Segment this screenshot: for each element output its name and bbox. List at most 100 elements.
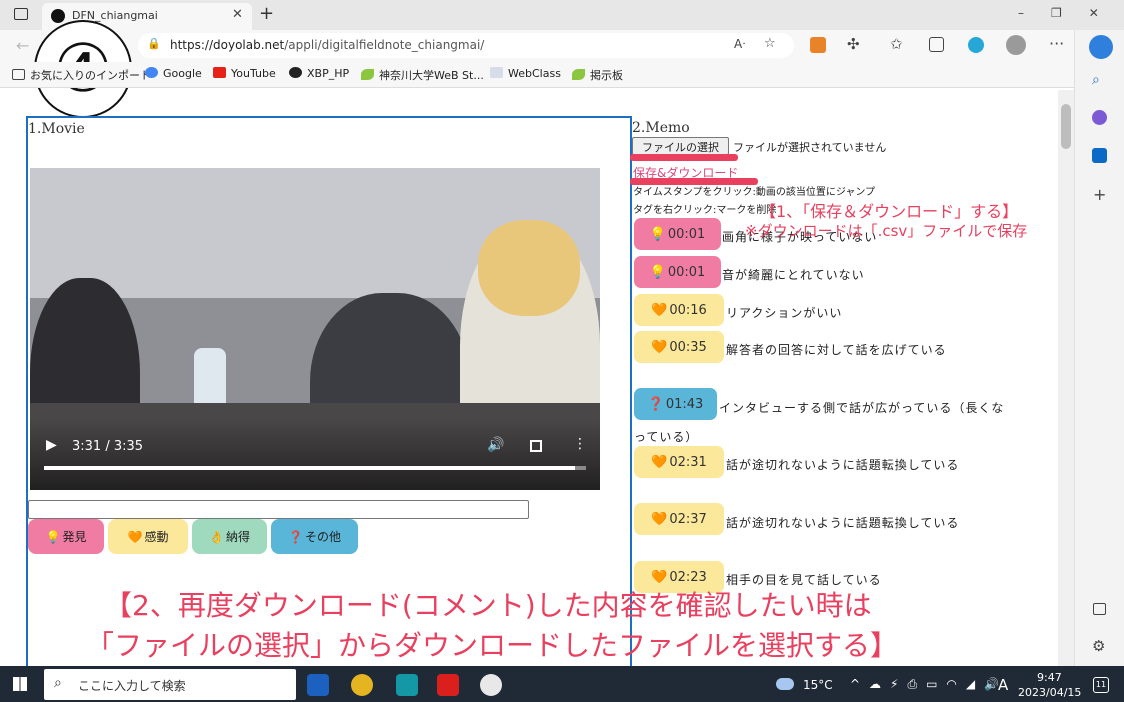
leaf-icon <box>361 69 374 80</box>
save-link-highlight <box>630 178 758 185</box>
outlook-icon[interactable] <box>1092 148 1107 163</box>
question-icon: ❓ <box>647 396 664 412</box>
video-player[interactable]: ▶ 3:31 / 3:35 🔊 ⋮ <box>30 168 600 490</box>
sidebar-search-icon[interactable]: ⌕ <box>1092 72 1100 88</box>
search-placeholder: ここに入力して検索 <box>78 679 186 693</box>
memo-timestamp-1[interactable]: 💡 00:01 <box>634 218 721 250</box>
annotation-select-file: 「ファイルの選択」からダウンロードしたファイルを選択する】 <box>86 629 899 662</box>
annotation-reload-step: 【2、再度ダウンロード(コメント)した内容を確認したい時は <box>104 589 872 622</box>
tray-icons: ^☁⚡⎙▭◠◢🔊 <box>850 677 1009 691</box>
comment-input[interactable] <box>28 500 529 519</box>
heart-icon: 🧡 <box>651 302 668 318</box>
read-aloud-icon[interactable]: Aᐧ <box>734 37 745 51</box>
hint-remove: タグを右クリック:マークを削除 <box>633 205 777 216</box>
minimize-icon[interactable]: – <box>1018 6 1051 20</box>
bookmark-import[interactable]: お気に入りのインポート <box>12 67 151 83</box>
memo-timestamp-4[interactable]: 🧡 00:35 <box>634 331 724 363</box>
page-scrollbar[interactable] <box>1058 90 1074 666</box>
movie-title: 1.Movie <box>28 121 85 137</box>
close-window-icon[interactable]: ✕ <box>1089 6 1124 20</box>
temperature: 15°C <box>803 678 833 692</box>
bookmark-board[interactable]: 掲示板 <box>572 67 623 83</box>
fullscreen-icon[interactable] <box>530 440 542 452</box>
video-frame-hair-right <box>478 220 580 316</box>
google-icon <box>145 67 158 78</box>
bookmark-xbp[interactable]: XBP_HP <box>289 67 349 80</box>
file-button-highlight <box>630 154 738 161</box>
video-progress-fill <box>44 466 576 470</box>
puzzle-icon[interactable]: ✣ <box>847 35 860 53</box>
memo-text-6: 話が途切れないように話題転換している <box>726 458 960 472</box>
favorite-star-icon[interactable]: ☆ <box>764 36 776 51</box>
file-status: ファイルが選択されていません <box>733 141 887 154</box>
more-menu-icon[interactable]: ··· <box>1049 34 1064 53</box>
restore-icon[interactable]: ❐ <box>1051 6 1089 20</box>
start-icon[interactable] <box>13 677 27 691</box>
heart-icon: 🧡 <box>651 511 668 527</box>
notification-icon[interactable]: 11 <box>1093 677 1109 693</box>
chrome-icon[interactable] <box>351 674 373 696</box>
video-progress-track[interactable] <box>44 466 586 470</box>
snipping-tool-icon[interactable] <box>307 674 329 696</box>
heart-icon: 🧡 <box>127 529 143 544</box>
play-icon[interactable]: ▶ <box>46 437 57 453</box>
bookmark-google[interactable]: Google <box>145 67 202 80</box>
memo-text-3: リアクションがいい <box>726 306 843 320</box>
bing-icon[interactable] <box>1089 35 1113 59</box>
url-path: /appli/digitalfieldnote_chiangmai/ <box>284 38 485 52</box>
category-label: その他 <box>304 530 341 544</box>
video-time: 3:31 / 3:35 <box>72 439 144 454</box>
category-other-button[interactable]: ❓ その他 <box>271 519 358 554</box>
settings-gear-icon[interactable]: ⚙ <box>1092 637 1105 655</box>
search-icon: ⌕ <box>54 675 62 691</box>
lock-icon: 🔒 <box>147 37 161 50</box>
new-tab-icon[interactable]: + <box>259 3 274 24</box>
bookmark-webclass[interactable]: WebClass <box>490 67 561 80</box>
extension-icon[interactable] <box>810 37 826 53</box>
heart-icon: 🧡 <box>651 569 668 585</box>
app-with-badge-icon[interactable] <box>480 674 502 696</box>
sidebar-add-icon[interactable]: + <box>1093 185 1106 204</box>
window-controls: –❐✕ <box>1018 6 1124 20</box>
category-label: 納得 <box>225 530 250 544</box>
back-icon[interactable]: ← <box>16 36 29 55</box>
heart-icon: 🧡 <box>651 339 668 355</box>
split-screen-icon[interactable] <box>1093 603 1106 615</box>
category-label: 感動 <box>144 530 169 544</box>
favorites-icon[interactable]: ✩ <box>890 35 903 53</box>
arduino-icon[interactable] <box>396 674 418 696</box>
site-favicon-icon <box>51 9 65 23</box>
weather-icon <box>776 678 794 690</box>
tab-close-icon[interactable]: ✕ <box>232 7 243 22</box>
memo-timestamp-6[interactable]: 🧡 02:31 <box>634 446 724 478</box>
memo-timestamp-3[interactable]: 🧡 00:16 <box>634 294 724 326</box>
url-field[interactable]: 🔒 https://doyolab.net/appli/digitalfield… <box>138 33 794 58</box>
category-discovery-button[interactable]: 💡 発見 <box>28 519 104 554</box>
heart-icon: 🧡 <box>651 454 668 470</box>
file-select-button[interactable]: ファイルの選択 <box>632 137 729 155</box>
ime-indicator[interactable]: A <box>998 676 1008 694</box>
category-convinced-button[interactable]: 👌 納得 <box>192 519 267 554</box>
profile-avatar[interactable] <box>1006 35 1026 55</box>
acrobat-icon[interactable] <box>437 674 459 696</box>
copilot-icon[interactable] <box>1092 110 1107 125</box>
memo-timestamp-7[interactable]: 🧡 02:37 <box>634 503 724 535</box>
clock-time: 9:47 <box>1037 671 1062 684</box>
memo-text-7: 話が途切れないように話題転換している <box>726 516 960 530</box>
youtube-icon <box>213 67 226 78</box>
scrollbar-thumb[interactable] <box>1061 104 1071 149</box>
bookmark-youtube[interactable]: YouTube <box>213 67 276 80</box>
memo-title: 2.Memo <box>632 120 690 136</box>
ok-hand-icon: 👌 <box>209 529 224 544</box>
memo-timestamp-2[interactable]: 💡 00:01 <box>634 256 721 288</box>
video-more-icon[interactable]: ⋮ <box>573 436 587 452</box>
tab-actions-icon[interactable] <box>14 8 28 20</box>
collections-icon[interactable] <box>929 37 944 52</box>
bookmark-kanagawa[interactable]: 神奈川大学WeB St... <box>361 67 484 83</box>
category-impressed-button[interactable]: 🧡 感動 <box>108 519 188 554</box>
volume-icon[interactable]: 🔊 <box>487 437 504 453</box>
edge-icon[interactable] <box>968 37 984 53</box>
taskbar-search[interactable]: ⌕ ここに入力して検索 <box>44 669 296 700</box>
memo-timestamp-5[interactable]: ❓ 01:43 <box>634 388 717 420</box>
lightbulb-icon: 💡 <box>45 529 61 544</box>
